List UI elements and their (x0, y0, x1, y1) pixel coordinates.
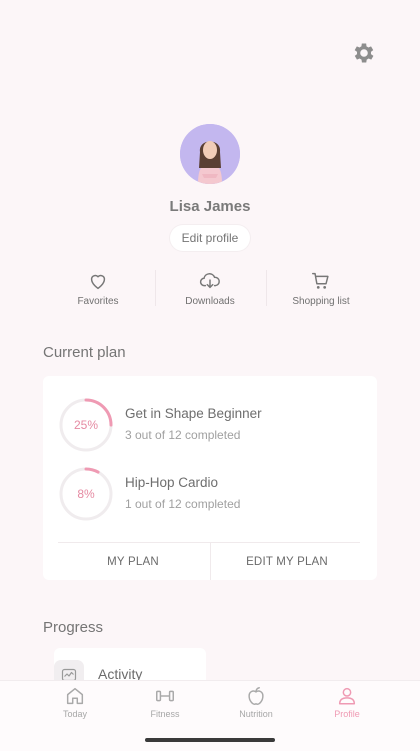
divider (210, 542, 211, 580)
favorites-label: Favorites (77, 296, 119, 307)
downloads-label: Downloads (185, 296, 235, 307)
tab-fitness[interactable]: Fitness (135, 685, 195, 719)
apple-icon (248, 687, 264, 705)
plan-item[interactable]: 8% Hip-Hop Cardio 1 out of 12 completed (58, 466, 358, 522)
tab-label: Today (62, 709, 88, 719)
cloud-download-icon (199, 273, 220, 289)
shopping-list-label: Shopping list (292, 296, 350, 307)
progress-percent: 8% (77, 487, 95, 501)
settings-button[interactable] (351, 40, 377, 66)
progress-ring: 8% (58, 466, 114, 522)
avatar[interactable] (180, 124, 240, 184)
plan-name: Get in Shape Beginner (125, 406, 262, 421)
gear-icon (354, 43, 374, 63)
favorites-button[interactable]: Favorites (43, 270, 153, 310)
my-plan-button[interactable]: MY PLAN (58, 545, 208, 579)
progress-title: Progress (43, 619, 104, 636)
plan-status: 1 out of 12 completed (125, 497, 241, 511)
tab-label: Fitness (150, 709, 180, 719)
tab-today[interactable]: Today (45, 685, 105, 719)
progress-percent: 25% (73, 418, 99, 432)
progress-ring: 25% (58, 397, 114, 453)
tab-label: Nutrition (239, 709, 273, 719)
home-icon (66, 687, 84, 705)
heart-icon (90, 274, 106, 290)
current-plan-title: Current plan (43, 344, 126, 361)
edit-profile-button[interactable]: Edit profile (170, 225, 250, 251)
tab-nutrition[interactable]: Nutrition (226, 685, 286, 719)
divider (58, 542, 360, 543)
user-name: Lisa James (169, 198, 251, 215)
person-icon (338, 687, 356, 705)
cart-icon (312, 272, 329, 289)
plan-name: Hip-Hop Cardio (125, 475, 219, 490)
plan-status: 3 out of 12 completed (125, 428, 241, 442)
tab-label: Profile (334, 709, 360, 719)
edit-my-plan-button[interactable]: EDIT MY PLAN (212, 545, 362, 579)
dumbbell-icon (156, 690, 174, 702)
home-indicator (145, 738, 275, 742)
tab-profile[interactable]: Profile (317, 685, 377, 719)
avatar-image (180, 124, 240, 184)
shopping-list-button[interactable]: Shopping list (266, 270, 376, 310)
plan-item[interactable]: 25% Get in Shape Beginner 3 out of 12 co… (58, 397, 358, 453)
downloads-button[interactable]: Downloads (155, 270, 265, 310)
